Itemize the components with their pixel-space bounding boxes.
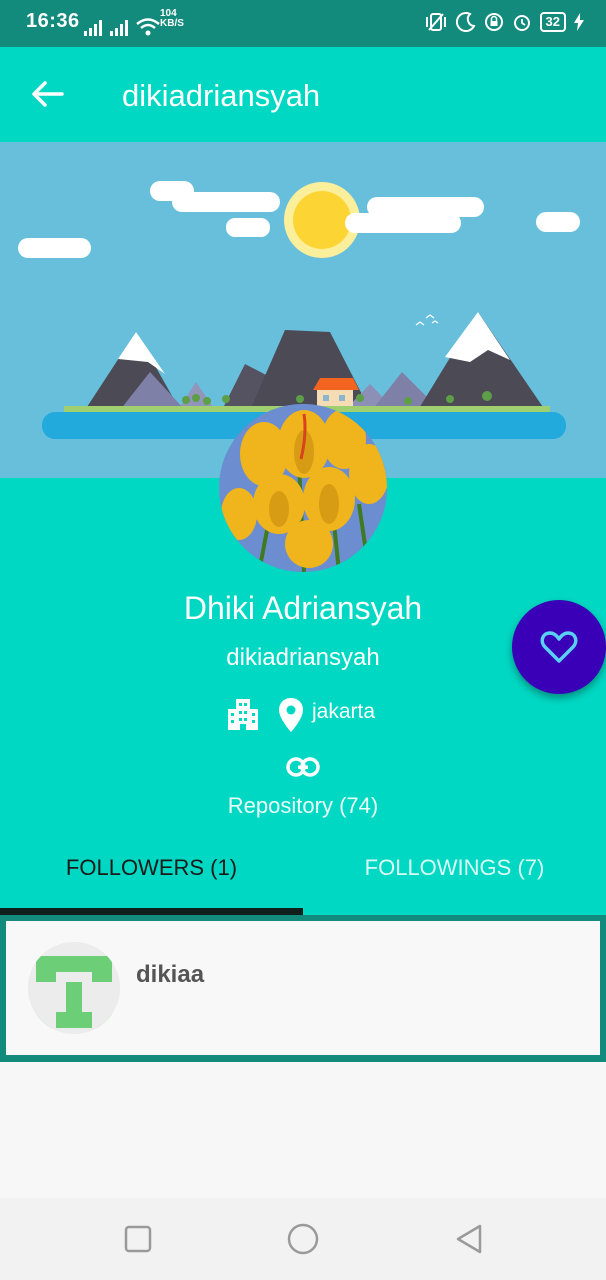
charging-icon <box>574 13 584 31</box>
square-icon[interactable] <box>121 1222 155 1256</box>
app-bar: dikiadriansyah <box>0 47 606 142</box>
profile-location: jakarta <box>312 700 376 723</box>
follower-avatar <box>28 942 120 1034</box>
network-speed: 104 KB/S <box>160 8 184 29</box>
arrow-left-icon[interactable] <box>30 79 66 109</box>
tab-indicator <box>0 908 303 915</box>
follower-username: dikiaa <box>136 961 205 988</box>
moon-icon <box>455 12 476 32</box>
tab-followings[interactable]: FOLLOWINGS (7) <box>303 855 606 881</box>
tab-followers[interactable]: FOLLOWERS (1) <box>0 855 303 881</box>
heart-icon <box>540 631 578 663</box>
signal-icons <box>84 14 160 36</box>
identicon-image <box>28 942 120 1034</box>
page-title: dikiadriansyah <box>122 78 321 113</box>
status-time: 16:36 <box>26 10 80 32</box>
triangle-back-icon[interactable] <box>452 1222 486 1256</box>
map-pin-icon <box>279 698 303 732</box>
vibrate-icon <box>425 13 446 31</box>
status-right-icons: 32 <box>424 12 584 32</box>
lock-rotation-icon <box>484 13 503 31</box>
signal-icon <box>110 20 128 36</box>
tulip-photo <box>219 404 387 572</box>
alarm-icon <box>513 15 530 31</box>
circle-icon[interactable] <box>286 1222 320 1256</box>
link-icon[interactable] <box>286 756 320 778</box>
signal-icon <box>84 20 102 36</box>
status-bar: 16:36 104 KB/S 32 <box>0 0 606 47</box>
building-icon <box>228 699 258 730</box>
profile-name: Dhiki Adriansyah <box>183 590 423 626</box>
system-nav-bar <box>0 1198 606 1280</box>
favorite-button[interactable] <box>512 600 606 694</box>
wifi-icon <box>136 18 160 36</box>
profile-avatar <box>219 404 387 572</box>
battery-indicator: 32 <box>539 12 566 32</box>
repository-count[interactable]: Repository (74) <box>0 793 606 819</box>
